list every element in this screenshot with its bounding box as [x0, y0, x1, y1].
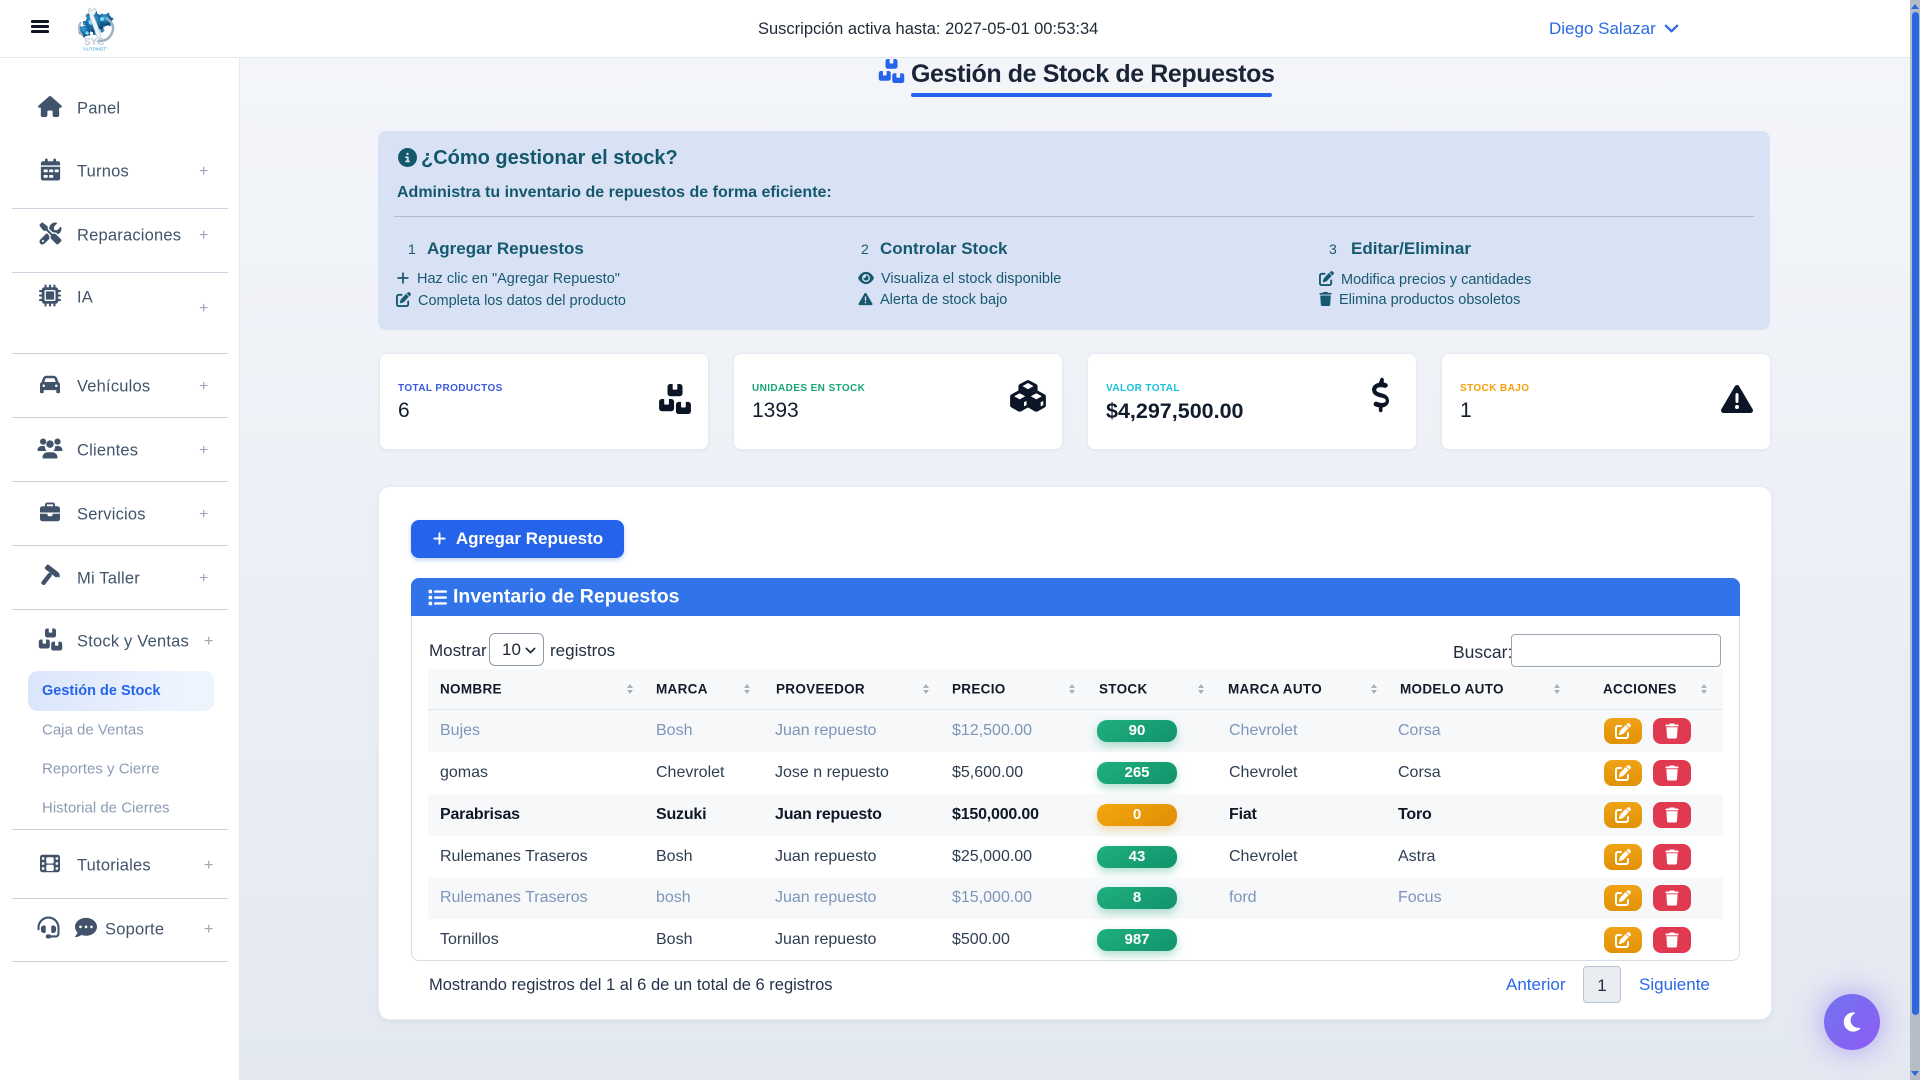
svg-text:"AUTOMOT": "AUTOMOT": [82, 47, 108, 52]
